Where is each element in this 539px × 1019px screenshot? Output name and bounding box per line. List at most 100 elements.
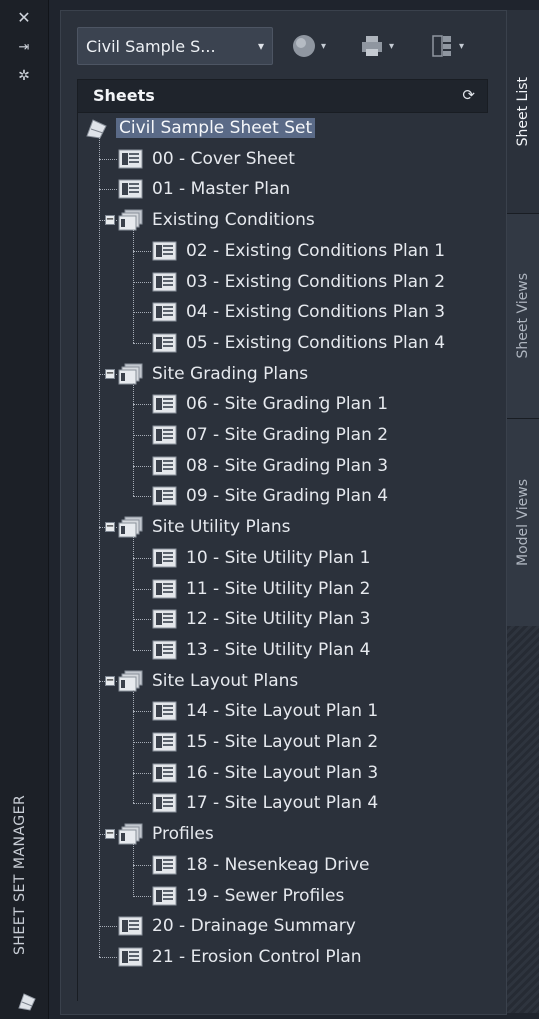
tree-connector <box>99 926 117 928</box>
tree-sheet[interactable]: 12 - Site Utility Plan 3 <box>152 604 370 634</box>
tree-sheet[interactable]: 01 - Master Plan <box>118 174 290 204</box>
sheet-icon <box>152 640 177 660</box>
collapse-icon[interactable]: − <box>105 675 115 686</box>
toolbar: Civil Sample S... ▾ ▾ ▾ ▾ <box>77 27 497 67</box>
tree-sheet[interactable]: 03 - Existing Conditions Plan 2 <box>152 267 445 297</box>
tree-sheet[interactable]: 13 - Site Utility Plan 4 <box>152 635 370 665</box>
tree-sheet[interactable]: 17 - Site Layout Plan 4 <box>152 788 378 818</box>
sheet-icon <box>152 732 177 752</box>
sheet-set-dropdown[interactable]: Civil Sample S... ▾ <box>77 27 273 65</box>
subset-icon <box>118 363 143 385</box>
tree-connector <box>133 536 134 650</box>
tabs-empty-area <box>507 626 539 1013</box>
tree-sheet[interactable]: 14 - Site Layout Plan 1 <box>152 696 378 726</box>
subset-icon <box>118 516 143 538</box>
tree-connector <box>133 383 134 497</box>
collapse-icon[interactable]: − <box>105 215 115 226</box>
tree-sheet-label: 00 - Cover Sheet <box>152 148 295 169</box>
tree-sheet[interactable]: 00 - Cover Sheet <box>118 144 295 174</box>
collapse-icon[interactable]: − <box>105 368 115 379</box>
sheet-icon <box>152 425 177 445</box>
sheet-icon <box>152 701 177 721</box>
tree-sheet-label: 09 - Site Grading Plan 4 <box>186 486 389 507</box>
tree-sheet-label: 01 - Master Plan <box>152 179 291 200</box>
tree-connector <box>99 158 117 160</box>
tree-sheet[interactable]: 19 - Sewer Profiles <box>152 881 344 911</box>
close-icon[interactable]: ✕ <box>17 10 30 26</box>
tab-sheet-views[interactable]: Sheet Views <box>507 213 539 418</box>
tree-connector <box>133 404 151 406</box>
sheet-icon <box>152 241 177 261</box>
tree-sheet[interactable]: 10 - Site Utility Plan 1 <box>152 543 370 573</box>
tree-connector <box>133 864 151 866</box>
sheet-icon <box>152 763 177 783</box>
sheet-icon <box>152 302 177 322</box>
tab-sheet-list[interactable]: Sheet List <box>507 10 539 213</box>
tree-sheet[interactable]: 02 - Existing Conditions Plan 1 <box>152 236 445 266</box>
tree-sheet[interactable]: 16 - Site Layout Plan 3 <box>152 758 378 788</box>
tree-root[interactable]: Civil Sample Sheet Set <box>84 113 316 143</box>
plot-button[interactable]: ▾ <box>359 33 394 59</box>
tree-sheet-label: 14 - Site Layout Plan 1 <box>186 701 379 722</box>
tree-sheet-label: 04 - Existing Conditions Plan 3 <box>186 302 446 323</box>
sheet-set-manager-panel: Civil Sample S... ▾ ▾ ▾ ▾ Sheets ⟳ Civil… <box>60 10 507 1015</box>
tree-sheet[interactable]: 07 - Site Grading Plan 2 <box>152 420 388 450</box>
tab-model-views-label: Model Views <box>515 478 531 566</box>
tree-connector <box>133 649 151 651</box>
auto-hide-icon[interactable]: ⇥ <box>19 40 30 56</box>
tree-sheet[interactable]: 18 - Nesenkeag Drive <box>152 850 369 880</box>
refresh-icon[interactable]: ⟳ <box>462 86 475 104</box>
tree-sheet[interactable]: 04 - Existing Conditions Plan 3 <box>152 297 445 327</box>
tree-sheet-label: 03 - Existing Conditions Plan 2 <box>186 271 446 292</box>
sheet-icon <box>152 793 177 813</box>
tab-sheet-views-label: Sheet Views <box>515 273 531 359</box>
sheet-icon <box>152 609 177 629</box>
tree-sheet[interactable]: 15 - Site Layout Plan 2 <box>152 727 378 757</box>
sheet-properties-button[interactable]: ▾ <box>429 33 464 59</box>
sheet-icon <box>152 333 177 353</box>
tree-subset[interactable]: Site Layout Plans <box>118 666 298 696</box>
subset-icon <box>118 209 143 231</box>
tree-sheet-label: 18 - Nesenkeag Drive <box>186 854 370 875</box>
tree-sheet-label: 13 - Site Utility Plan 4 <box>186 639 371 660</box>
properties-icon[interactable]: ✲ <box>18 68 30 84</box>
sheet-icon <box>118 916 143 936</box>
tree-sheet[interactable]: 05 - Existing Conditions Plan 4 <box>152 328 445 358</box>
tree-subset[interactable]: Site Utility Plans <box>118 512 290 542</box>
chevron-down-icon: ▾ <box>389 40 395 52</box>
tree-connector <box>133 557 151 559</box>
tree-sheet[interactable]: 08 - Site Grading Plan 3 <box>152 451 388 481</box>
tree-sheet-label: 19 - Sewer Profiles <box>186 885 345 906</box>
tree-subset[interactable]: Existing Conditions <box>118 205 315 235</box>
tree-connector <box>99 137 100 957</box>
tree-sheet[interactable]: 11 - Site Utility Plan 2 <box>152 574 370 604</box>
tab-model-views[interactable]: Model Views <box>507 418 539 626</box>
sheet-set-icon <box>18 993 36 1011</box>
tree-subset-label: Site Layout Plans <box>152 670 299 691</box>
tree-sheet[interactable]: 09 - Site Grading Plan 4 <box>152 481 388 511</box>
tree-connector <box>133 465 151 467</box>
tree-subset-label: Existing Conditions <box>152 210 315 231</box>
tree-connector <box>133 229 134 343</box>
sheet-icon <box>118 149 143 169</box>
palette-tabs: Sheet List Sheet Views Model Views <box>507 10 539 1013</box>
tree-connector <box>133 281 151 283</box>
collapse-icon[interactable]: − <box>105 829 115 840</box>
tree-sheet-label: 07 - Site Grading Plan 2 <box>186 425 389 445</box>
sheet-properties-icon <box>432 35 451 57</box>
sheet-icon <box>152 394 177 414</box>
tree-sheet-label: 12 - Site Utility Plan 3 <box>186 609 371 630</box>
tree-sheet[interactable]: 20 - Drainage Summary <box>118 911 356 941</box>
tree-sheet-label: 20 - Drainage Summary <box>152 916 356 937</box>
tree-subset[interactable]: Site Grading Plans <box>118 359 308 389</box>
publish-button[interactable]: ▾ <box>291 33 326 59</box>
chevron-down-icon: ▾ <box>257 39 265 53</box>
tree-sheet[interactable]: 06 - Site Grading Plan 1 <box>152 389 388 419</box>
sheet-icon <box>152 886 177 905</box>
tree-connector <box>133 843 134 896</box>
tree-connector <box>133 803 151 805</box>
tree-connector <box>133 711 151 713</box>
sheet-tree[interactable]: Civil Sample Sheet Set 00 - Cover Sheet 01… <box>77 113 489 1001</box>
collapse-icon[interactable]: − <box>105 522 115 533</box>
tree-sheet[interactable]: 21 - Erosion Control Plan <box>118 942 362 972</box>
